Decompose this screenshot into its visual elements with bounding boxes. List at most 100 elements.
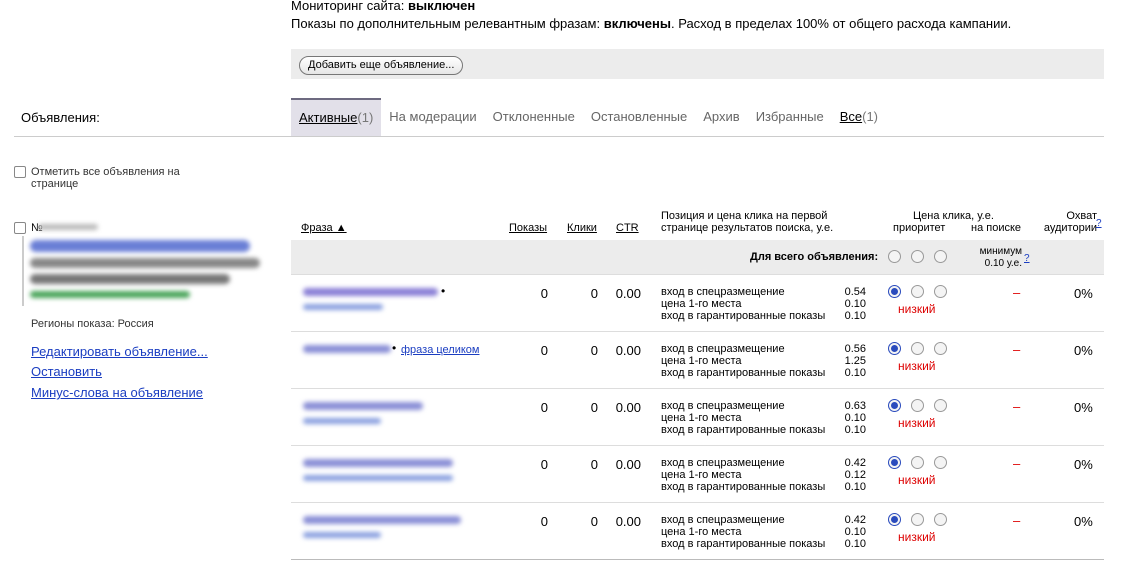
row-5-priority-high-radio[interactable] <box>934 513 947 526</box>
row-5-search-price: – <box>1013 513 1021 528</box>
negative-keywords-link[interactable]: Минус-слова на объявление <box>31 385 203 400</box>
row-3-ctr: 0.00 <box>615 400 641 415</box>
row-divider <box>291 331 1104 332</box>
row-1-reach: 0% <box>1074 286 1093 301</box>
row-4-priority-value: низкий <box>898 473 936 487</box>
row-4-ctr: 0.00 <box>615 457 641 472</box>
select-all-checkbox[interactable] <box>14 166 26 178</box>
row-2-priority-value: низкий <box>898 359 936 373</box>
column-reach: Охват аудитории <box>1043 210 1097 234</box>
row-2-clicks: 0 <box>590 343 598 358</box>
row-1-ctr: 0.00 <box>615 286 641 301</box>
column-price-search: на поиске <box>971 222 1022 234</box>
row-2-priority-low-radio[interactable] <box>888 342 901 355</box>
column-shows[interactable]: Показы <box>509 222 547 234</box>
row-2-priority-high-radio[interactable] <box>934 342 947 355</box>
tab-archive[interactable]: Архив <box>695 98 747 136</box>
row-4-priority-high-radio[interactable] <box>934 456 947 469</box>
ad-status-tabs: Активные(1) На модерации Отклоненные Ост… <box>291 98 886 136</box>
row-2-search-price: – <box>1013 342 1021 357</box>
redacted-phrase-link <box>303 304 383 310</box>
redacted-phrase-link <box>303 418 381 424</box>
row-3-reach: 0% <box>1074 400 1093 415</box>
column-price: Цена клика, у.е. <box>913 210 994 222</box>
redacted-phrase <box>303 516 461 524</box>
row-3-priority-mid-radio[interactable] <box>911 399 924 412</box>
row-2-reach: 0% <box>1074 343 1093 358</box>
ad-regions: Регионы показа: Россия <box>31 318 154 330</box>
redacted-ad-text <box>30 258 260 268</box>
row-1-priority-mid-radio[interactable] <box>911 285 924 298</box>
select-all-label: Отметить все объявления на странице <box>31 166 180 190</box>
row-3-priority-value: низкий <box>898 416 936 430</box>
row-4-priority-low-radio[interactable] <box>888 456 901 469</box>
row-divider <box>291 445 1104 446</box>
redacted-phrase <box>303 459 453 467</box>
row-1-priority-high-radio[interactable] <box>934 285 947 298</box>
tab-active[interactable]: Активные(1) <box>291 98 382 136</box>
whole-ad-priority-high-radio[interactable] <box>934 250 947 263</box>
extra-phrases-status: Показы по дополнительным релевантным фра… <box>291 16 1012 31</box>
stop-ad-link[interactable]: Остановить <box>31 364 102 379</box>
row-divider <box>291 502 1104 503</box>
row-5-priority-mid-radio[interactable] <box>911 513 924 526</box>
tab-moderation[interactable]: На модерации <box>381 98 484 136</box>
add-ad-button[interactable]: Добавить еще объявление... <box>299 56 464 75</box>
ad-checkbox[interactable] <box>14 222 26 234</box>
row-3-position-labels: вход в спецразмещение цена 1-го места вход… <box>661 400 826 436</box>
tab-all[interactable]: Все(1) <box>832 98 886 136</box>
phrase-bullet: • <box>441 284 446 298</box>
row-2-position-labels: вход в спецразмещение цена 1-го места вход… <box>661 343 826 379</box>
table-bottom-border <box>291 559 1104 560</box>
row-5-priority-value: низкий <box>898 530 936 544</box>
minimum-help-link[interactable]: ? <box>1024 253 1030 264</box>
row-4-reach: 0% <box>1074 457 1093 472</box>
row-5-reach: 0% <box>1074 514 1093 529</box>
redacted-phrase-link <box>303 532 381 538</box>
row-2-priority-mid-radio[interactable] <box>911 342 924 355</box>
ads-label: Объявления: <box>21 110 100 125</box>
row-4-position-prices: 0.42 0.12 0.10 <box>844 457 866 493</box>
row-4-search-price: – <box>1013 456 1021 471</box>
row-2-position-prices: 0.56 1.25 0.10 <box>844 343 866 379</box>
row-1-search-price: – <box>1013 285 1021 300</box>
ad-preview-bar <box>22 236 24 306</box>
redacted-phrase-link <box>303 475 453 481</box>
phrase-bullet: • <box>392 341 397 355</box>
row-3-shows: 0 <box>540 400 548 415</box>
row-1-position-prices: 0.54 0.10 0.10 <box>844 286 866 322</box>
whole-ad-priority-mid-radio[interactable] <box>911 250 924 263</box>
monitoring-status: Мониторинг сайта: выключен <box>291 0 476 13</box>
redacted-ad-text-2 <box>30 274 230 284</box>
whole-ad-minimum: минимум 0.10 у.е. <box>979 246 1022 269</box>
row-2-ctr: 0.00 <box>615 343 641 358</box>
row-5-position-prices: 0.42 0.10 0.10 <box>844 514 866 550</box>
row-2-phrase-link[interactable]: фраза целиком <box>401 344 480 356</box>
tab-stopped[interactable]: Остановленные <box>583 98 695 136</box>
row-5-priority-low-radio[interactable] <box>888 513 901 526</box>
row-1-shows: 0 <box>540 286 548 301</box>
column-phrase[interactable]: Фраза ▲ <box>301 222 347 234</box>
row-3-priority-high-radio[interactable] <box>934 399 947 412</box>
tab-favorites[interactable]: Избранные <box>748 98 832 136</box>
row-1-priority-value: низкий <box>898 302 936 316</box>
row-1-clicks: 0 <box>590 286 598 301</box>
column-price-priority: приоритет <box>893 222 946 234</box>
column-ctr[interactable]: CTR <box>616 222 639 234</box>
row-5-shows: 0 <box>540 514 548 529</box>
row-1-priority-low-radio[interactable] <box>888 285 901 298</box>
edit-ad-link[interactable]: Редактировать объявление... <box>31 344 208 359</box>
row-4-priority-mid-radio[interactable] <box>911 456 924 469</box>
row-3-search-price: – <box>1013 399 1021 414</box>
row-3-priority-low-radio[interactable] <box>888 399 901 412</box>
reach-help-link[interactable]: ? <box>1096 218 1102 229</box>
row-5-clicks: 0 <box>590 514 598 529</box>
redacted-ad-id <box>38 224 98 230</box>
tab-rejected[interactable]: Отклоненные <box>485 98 583 136</box>
column-clicks[interactable]: Клики <box>567 222 597 234</box>
row-4-position-labels: вход в спецразмещение цена 1-го места вход… <box>661 457 826 493</box>
row-1-position-labels: вход в спецразмещение цена 1-го места вход… <box>661 286 826 322</box>
whole-ad-priority-low-radio[interactable] <box>888 250 901 263</box>
row-divider <box>291 388 1104 389</box>
tabs-divider <box>14 136 1104 137</box>
